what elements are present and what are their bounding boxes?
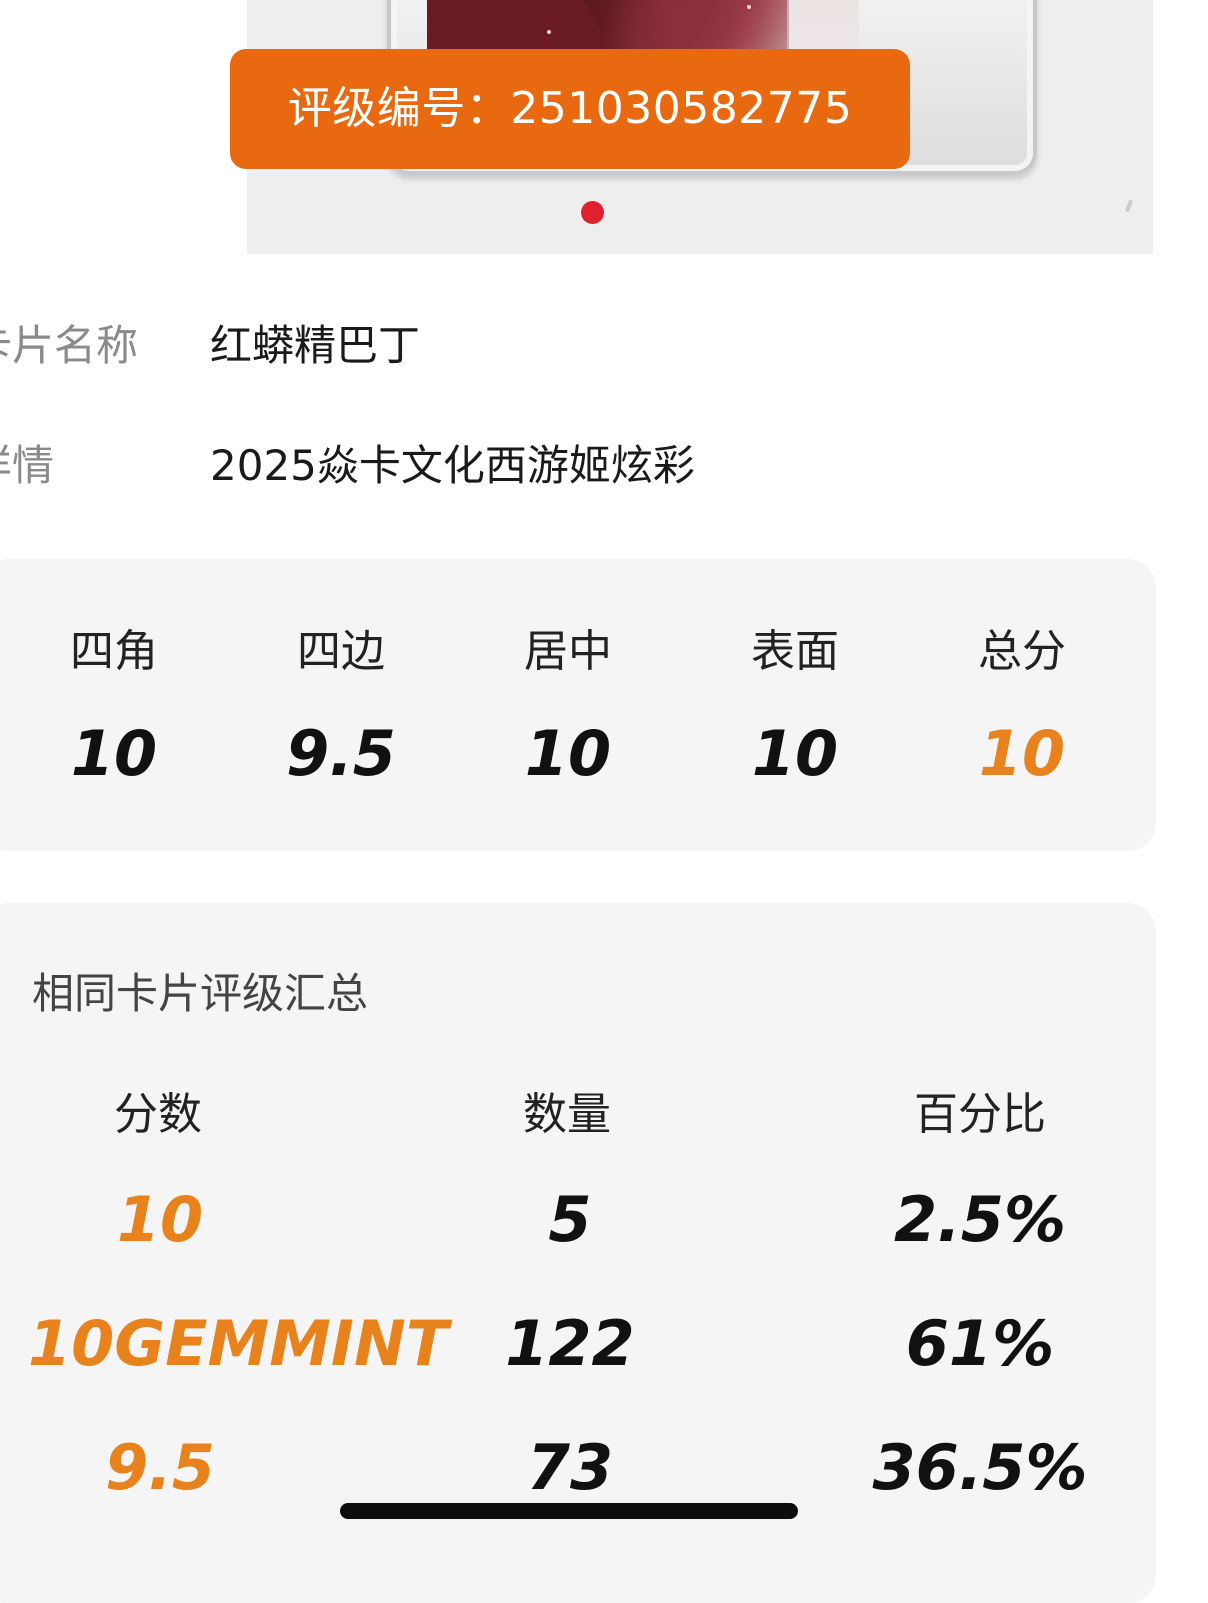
row-percent: 36.5% (872, 1431, 1088, 1504)
row-score: 10 (116, 1183, 204, 1256)
grading-summary-card: 相同卡片评级汇总 分数 数量 百分比 10 5 2.5% 10GEMMINT 1… (0, 903, 1156, 1603)
score-label: 四边 (297, 626, 385, 677)
subscore-card: 四角 10 四边 9.5 居中 10 表面 10 总分 10 (0, 559, 1156, 851)
carousel-page-indicator[interactable] (581, 201, 604, 224)
score-label: 四角 (70, 626, 158, 677)
row-percent: 61% (905, 1307, 1055, 1380)
card-name-label: 卡片名称 (0, 321, 139, 370)
score-total-value: 10 (978, 717, 1066, 790)
score-value: 10 (70, 717, 158, 790)
summary-title: 相同卡片评级汇总 (32, 969, 369, 1018)
home-indicator[interactable] (340, 1503, 798, 1519)
row-percent: 2.5% (894, 1183, 1066, 1256)
row-count: 5 (548, 1183, 592, 1256)
score-value: 10 (751, 717, 839, 790)
header-count: 数量 (523, 1089, 611, 1140)
score-label: 表面 (751, 626, 839, 677)
slab-mark (1125, 199, 1133, 213)
score-value: 10 (524, 717, 612, 790)
card-name-row: 卡片名称 红蟒精巴丁 (0, 312, 1070, 372)
score-label: 居中 (524, 626, 612, 677)
card-name-value: 红蟒精巴丁 (210, 321, 421, 370)
row-score: 9.5 (105, 1431, 215, 1504)
card-detail-label: 详情 (0, 441, 55, 490)
score-label: 总分 (978, 626, 1066, 677)
grade-number-value: 251030582775 (510, 83, 853, 134)
header-score: 分数 (114, 1089, 202, 1140)
row-count: 73 (526, 1431, 614, 1504)
header-percent: 百分比 (914, 1089, 1046, 1140)
grade-number-label: 评级编号： (287, 83, 511, 134)
score-value: 9.5 (286, 717, 396, 790)
row-count: 122 (505, 1307, 635, 1380)
card-detail-value: 2025焱卡文化西游姬炫彩 (210, 441, 695, 490)
card-detail-row: 详情 2025焱卡文化西游姬炫彩 (0, 432, 1070, 492)
grade-number-banner: 评级编号：251030582775 (230, 49, 910, 169)
